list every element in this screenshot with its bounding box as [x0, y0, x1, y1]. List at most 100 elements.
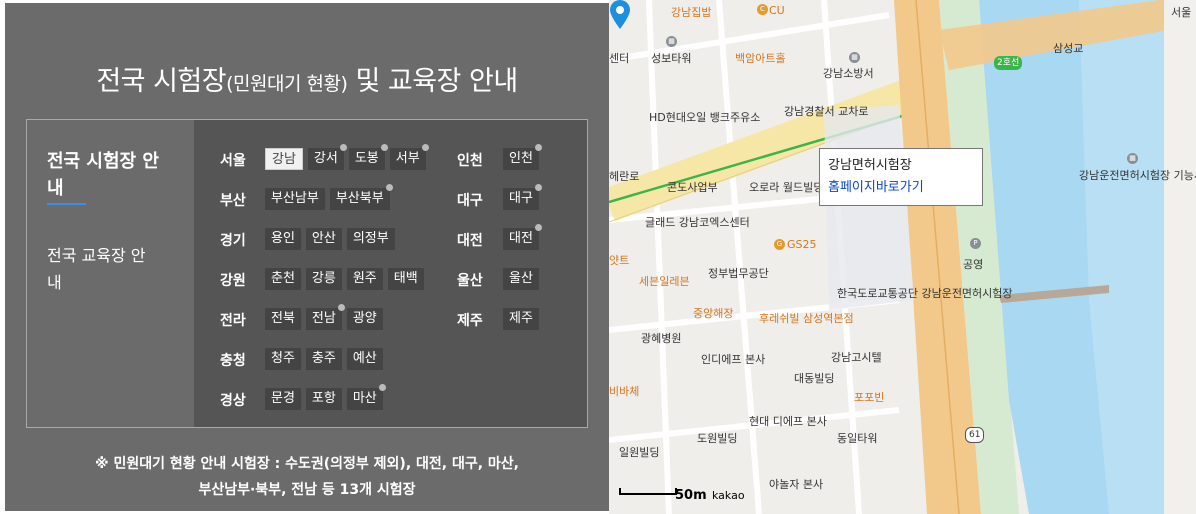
- test-center-chip[interactable]: 원주: [346, 268, 383, 290]
- test-center-chip[interactable]: 부산북부: [329, 184, 393, 210]
- test-center-chip[interactable]: 포항: [305, 388, 342, 410]
- location-pin-icon[interactable]: [609, 0, 631, 30]
- map-label: GS25: [787, 238, 817, 251]
- building-icon: ▦: [849, 52, 860, 63]
- region-chip-group: 대구: [503, 184, 542, 210]
- test-center-chip-label: 마산: [352, 391, 377, 406]
- test-center-chip-label: 광양: [352, 311, 377, 326]
- title-small: (민원대기 현황): [226, 73, 348, 95]
- test-center-chip[interactable]: 안산: [305, 228, 342, 250]
- wait-status-dot-icon: [534, 224, 542, 231]
- test-center-chip[interactable]: 전남: [305, 304, 345, 330]
- building-icon: ▦: [1127, 153, 1138, 164]
- store-icon: C: [757, 4, 768, 15]
- region-chip-group: 울산: [503, 268, 539, 290]
- region-chip-group: 부산남부 부산북부: [265, 184, 393, 210]
- test-center-chip[interactable]: 태백: [387, 268, 424, 290]
- test-center-chip-label: 청주: [271, 351, 295, 366]
- notice-line-2: 부산남부·북부, 전남 등 13개 시험장: [198, 482, 416, 498]
- building-icon: ▦: [666, 36, 677, 47]
- test-center-chip[interactable]: 서부: [389, 144, 429, 170]
- page-title: 전국 시험장(민원대기 현황) 및 교육장 안내: [5, 59, 609, 98]
- tab-education-centers[interactable]: 전국 교육장 안내: [47, 242, 157, 296]
- test-center-chip[interactable]: 의정부: [346, 228, 395, 250]
- test-center-chip-label: 충주: [311, 351, 336, 366]
- map-label: 비바체: [609, 385, 640, 398]
- test-center-chip[interactable]: 강릉: [305, 268, 342, 290]
- wait-status-dot-icon: [421, 144, 429, 151]
- map-label: 성보타워: [651, 52, 692, 65]
- parking-icon: P: [970, 238, 981, 249]
- tab-test-centers[interactable]: 전국 시험장 안내: [47, 148, 167, 205]
- test-center-chip-label: 대전: [509, 231, 533, 246]
- test-center-chip[interactable]: 울산: [503, 268, 539, 290]
- tab-test-centers-label: 전국 시험장 안내: [47, 151, 159, 199]
- map-label: 일원빌딩: [619, 446, 660, 459]
- map-label: 센터: [609, 52, 630, 65]
- test-center-chip-label: 대구: [509, 191, 533, 206]
- route-badge: 61: [965, 427, 985, 443]
- test-center-chip-label: 도봉: [354, 151, 379, 166]
- map-view[interactable]: 딩 강남집밥 C CU 센터 ▦ 성보타워 백암아트홀 ▦ 강남소방서 HD현대…: [609, 0, 1196, 514]
- region-label: 제주: [457, 313, 483, 329]
- region-chip-group: 제주: [503, 308, 539, 330]
- test-center-chip-label: 태백: [393, 271, 418, 286]
- test-center-chip[interactable]: 문경: [265, 388, 301, 410]
- map-label: 후레쉬빌 삼성역본점: [759, 312, 854, 325]
- region-label: 강원: [220, 273, 246, 289]
- map-label: 현대 디에프 본사: [749, 415, 827, 428]
- tab-education-centers-label: 전국 교육장 안내: [47, 246, 146, 292]
- map-label: 대동빌딩: [794, 372, 835, 385]
- map-label: 삼성교: [1053, 42, 1084, 55]
- test-center-chip[interactable]: 인천: [503, 144, 542, 170]
- test-center-chip[interactable]: 대전: [503, 224, 542, 250]
- test-center-chip-label: 용인: [271, 231, 295, 246]
- homepage-link[interactable]: 홈페이지바로가기: [828, 177, 974, 199]
- test-center-chip-label: 강서: [313, 151, 338, 166]
- region-label: 울산: [457, 273, 483, 289]
- test-center-chip[interactable]: 전북: [265, 308, 301, 330]
- map-info-window: 강남면허시험장 홈페이지바로가기: [819, 148, 983, 206]
- test-center-chip-label: 춘천: [271, 271, 295, 286]
- test-center-chip[interactable]: 춘천: [265, 268, 301, 290]
- map-label: CU: [769, 4, 785, 17]
- map-label: 헤란로: [609, 170, 640, 183]
- test-center-chip[interactable]: 부산남부: [265, 188, 325, 210]
- test-center-chip-label: 전북: [271, 311, 295, 326]
- region-chip-group: 춘천 강릉 원주 태백: [265, 268, 424, 290]
- region-label: 전라: [220, 313, 246, 329]
- test-center-chip[interactable]: 용인: [265, 228, 301, 250]
- map-label: 광혜병원: [641, 332, 682, 345]
- notice-text: ※ 민원대기 현황 안내 시험장 : 수도권(의정부 제외), 대전, 대구, …: [5, 451, 609, 503]
- map-label: HD현대오일 뱅크주유소: [649, 111, 761, 124]
- region-label: 인천: [457, 153, 483, 169]
- test-center-chip[interactable]: 제주: [503, 308, 539, 330]
- region-label: 서울: [220, 153, 246, 169]
- map-label: 콘도사업부: [667, 181, 718, 194]
- test-center-chip-label: 문경: [271, 391, 295, 406]
- region-label: 대전: [457, 233, 483, 249]
- test-center-chip[interactable]: 예산: [346, 348, 383, 370]
- map-label: 강남집밥: [671, 6, 712, 19]
- test-center-chip[interactable]: 마산: [346, 384, 386, 410]
- wait-status-dot-icon: [385, 184, 393, 191]
- test-center-chip[interactable]: 청주: [265, 348, 301, 370]
- test-center-chip[interactable]: 강남: [265, 148, 303, 170]
- region-chip-group: 청주 충주 예산: [265, 348, 383, 370]
- map-label: 백암아트홀: [735, 52, 786, 65]
- test-center-chip[interactable]: 충주: [305, 348, 342, 370]
- store-icon: G: [774, 239, 785, 250]
- map-label: 강남소방서: [823, 67, 874, 80]
- map-label: 인디에프 본사: [701, 353, 766, 366]
- test-center-chip[interactable]: 도봉: [348, 144, 388, 170]
- test-center-panel: 전국 시험장(민원대기 현황) 및 교육장 안내 전국 시험장 안내 전국 교육…: [5, 3, 609, 511]
- test-center-box: 전국 시험장 안내 전국 교육장 안내 서울 강남 강서 도봉 서부 부산 부산남부 부산북부…: [26, 119, 588, 428]
- notice-line-1: ※ 민원대기 현황 안내 시험장 : 수도권(의정부 제외), 대전, 대구, …: [94, 456, 520, 472]
- test-center-chip-label: 의정부: [352, 231, 389, 246]
- test-center-chip-label: 원주: [352, 271, 377, 286]
- test-center-chip[interactable]: 대구: [503, 184, 542, 210]
- test-center-chip-label: 서부: [395, 151, 420, 166]
- test-center-chip[interactable]: 광양: [346, 308, 383, 330]
- test-center-chip[interactable]: 강서: [307, 144, 347, 170]
- region-label: 경상: [220, 393, 246, 409]
